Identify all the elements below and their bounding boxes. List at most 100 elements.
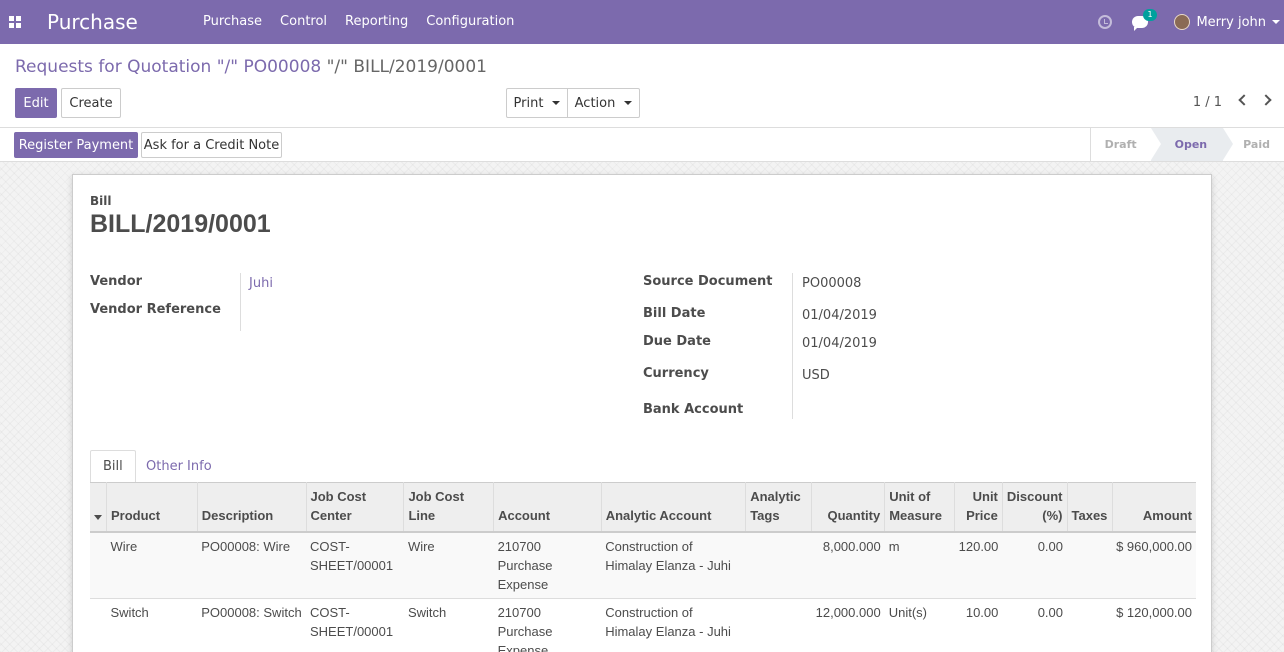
stage-draft[interactable]: Draft — [1091, 128, 1151, 161]
breadcrumb: Requests for Quotation "/" PO00008 "/" B… — [15, 57, 487, 77]
main-menu: Purchase Control Reporting Configuration — [194, 0, 523, 44]
source-document-label: Source Document — [643, 274, 773, 289]
document-kind: Bill — [90, 194, 112, 208]
sort-column[interactable] — [90, 483, 107, 533]
header-taxes[interactable]: Taxes — [1066, 482, 1112, 532]
header-job-cost-line[interactable]: Job Cost Line — [403, 482, 494, 532]
vendor-value[interactable]: Juhi — [249, 276, 273, 291]
edit-button-label: Edit — [23, 95, 49, 111]
cell-quantity: 12,000.000 — [815, 605, 881, 620]
table-header-row: Product Description Job Cost Center Job … — [90, 482, 1196, 533]
header-description[interactable]: Description — [196, 482, 306, 532]
avatar[interactable] — [1174, 14, 1191, 30]
row-handle — [90, 599, 107, 652]
breadcrumb-current: BILL/2019/0001 — [353, 57, 487, 77]
currency-value: USD — [802, 368, 830, 383]
status-stages: Draft Open Paid — [1089, 128, 1284, 161]
cell-job-cost-line: Wire — [407, 539, 435, 554]
create-button-label: Create — [69, 95, 113, 111]
header-analytic-tags[interactable]: Analytic Tags — [745, 482, 812, 532]
breadcrumb-sep-2: "/" — [321, 57, 354, 77]
cell-taxes — [1067, 599, 1112, 652]
user-name[interactable]: Merry john — [1196, 15, 1266, 30]
cell-amount: $ 120,000.00 — [1116, 605, 1192, 620]
vendor-label: Vendor — [90, 274, 143, 289]
tab-bill[interactable]: Bill — [90, 450, 136, 483]
menu-item-purchase[interactable]: Purchase — [194, 0, 271, 44]
header-job-cost-center[interactable]: Job Cost Center — [305, 482, 404, 532]
table-row[interactable]: Switch PO00008: Switch COST-SHEET/00001 … — [90, 599, 1196, 652]
activity-clock-icon[interactable] — [1098, 15, 1113, 29]
systray: 1 Merry john — [1098, 0, 1284, 44]
action-dropdown[interactable]: Action — [567, 88, 640, 118]
pager-value[interactable]: 1 / 1 — [1193, 95, 1222, 110]
notebook-tabs: Bill Other Info — [90, 450, 1196, 483]
cell-unit-price: 120.00 — [958, 539, 999, 554]
invoice-lines-table: Product Description Job Cost Center Job … — [90, 482, 1196, 652]
cell-analytic-account: Construction of Himalay Elanza - Juhi — [605, 539, 731, 573]
header-unit-of-measure[interactable]: Unit of Measure — [884, 482, 955, 532]
chevron-right-icon[interactable] — [1260, 94, 1272, 106]
cell-unit-of-measure: m — [888, 539, 900, 554]
header-unit-price[interactable]: Unit Price — [954, 482, 1003, 532]
breadcrumb-parent[interactable]: Requests for Quotation — [15, 57, 211, 77]
app-brand[interactable]: Purchase — [47, 10, 180, 34]
cell-description: PO00008: Wire — [201, 539, 291, 554]
cell-job-cost-line: Switch — [407, 605, 447, 620]
header-product[interactable]: Product — [106, 482, 198, 532]
breadcrumb-sep-1: "/" — [211, 57, 244, 77]
chat-badge: 1 — [1143, 9, 1157, 21]
credit-note-label: Ask for a Credit Note — [143, 137, 280, 153]
cell-account: 210700 Purchase Expense — [497, 605, 553, 652]
header-amount[interactable]: Amount — [1111, 482, 1196, 532]
cell-unit-price: 10.00 — [965, 605, 999, 620]
top-navbar: Purchase Purchase Control Reporting Conf… — [0, 0, 1284, 44]
header-analytic-account[interactable]: Analytic Account — [600, 482, 746, 532]
cell-analytic-tags — [746, 532, 812, 599]
due-date-value: 01/04/2019 — [802, 336, 877, 351]
cell-product: Switch — [110, 605, 149, 620]
menu-item-control[interactable]: Control — [271, 0, 336, 44]
cell-taxes — [1067, 532, 1112, 599]
apps-menu-icon[interactable] — [0, 0, 30, 44]
register-payment-button[interactable]: Register Payment — [14, 132, 138, 158]
cell-unit-of-measure: Unit(s) — [888, 605, 927, 620]
bill-date-label: Bill Date — [643, 306, 706, 321]
cell-analytic-account: Construction of Himalay Elanza - Juhi — [605, 605, 731, 639]
field-separator — [792, 273, 793, 419]
edit-button[interactable]: Edit — [15, 88, 57, 118]
action-label: Action — [574, 95, 616, 111]
menu-item-reporting[interactable]: Reporting — [336, 0, 417, 44]
print-dropdown[interactable]: Print — [506, 88, 568, 118]
cell-analytic-tags — [746, 599, 812, 652]
cell-discount: 0.00 — [1037, 605, 1064, 620]
register-payment-label: Register Payment — [18, 137, 134, 153]
chevron-left-icon[interactable] — [1238, 94, 1250, 106]
currency-label: Currency — [643, 366, 709, 381]
due-date-label: Due Date — [643, 334, 711, 349]
caret-down-icon — [552, 101, 561, 105]
cell-job-cost-center: COST-SHEET/00001 — [310, 605, 394, 639]
statusbar: Register Payment Ask for a Credit Note D… — [0, 127, 1284, 162]
breadcrumb-middle[interactable]: PO00008 — [243, 57, 321, 77]
table-row[interactable]: Wire PO00008: Wire COST-SHEET/00001 Wire… — [90, 532, 1196, 599]
chat-icon[interactable]: 1 — [1132, 9, 1157, 31]
form-sheet: Bill BILL/2019/0001 Vendor Vendor Refere… — [72, 174, 1212, 652]
stage-open[interactable]: Open — [1150, 128, 1233, 161]
field-separator — [240, 273, 241, 331]
cell-account: 210700 Purchase Expense — [497, 539, 553, 592]
tab-other-info[interactable]: Other Info — [134, 450, 224, 483]
sort-caret-icon[interactable] — [94, 515, 102, 520]
cell-quantity: 8,000.000 — [822, 539, 881, 554]
header-account[interactable]: Account — [493, 482, 602, 532]
create-button[interactable]: Create — [61, 88, 121, 118]
caret-down-icon — [624, 101, 633, 105]
credit-note-button[interactable]: Ask for a Credit Note — [141, 132, 282, 158]
header-quantity[interactable]: Quantity — [811, 482, 885, 532]
header-discount[interactable]: Discount (%) — [1001, 482, 1068, 532]
print-label: Print — [513, 95, 544, 111]
menu-item-configuration[interactable]: Configuration — [417, 0, 523, 44]
chevron-down-icon[interactable] — [1272, 20, 1280, 24]
cell-product: Wire — [110, 539, 138, 554]
vendor-reference-label: Vendor Reference — [90, 302, 221, 317]
